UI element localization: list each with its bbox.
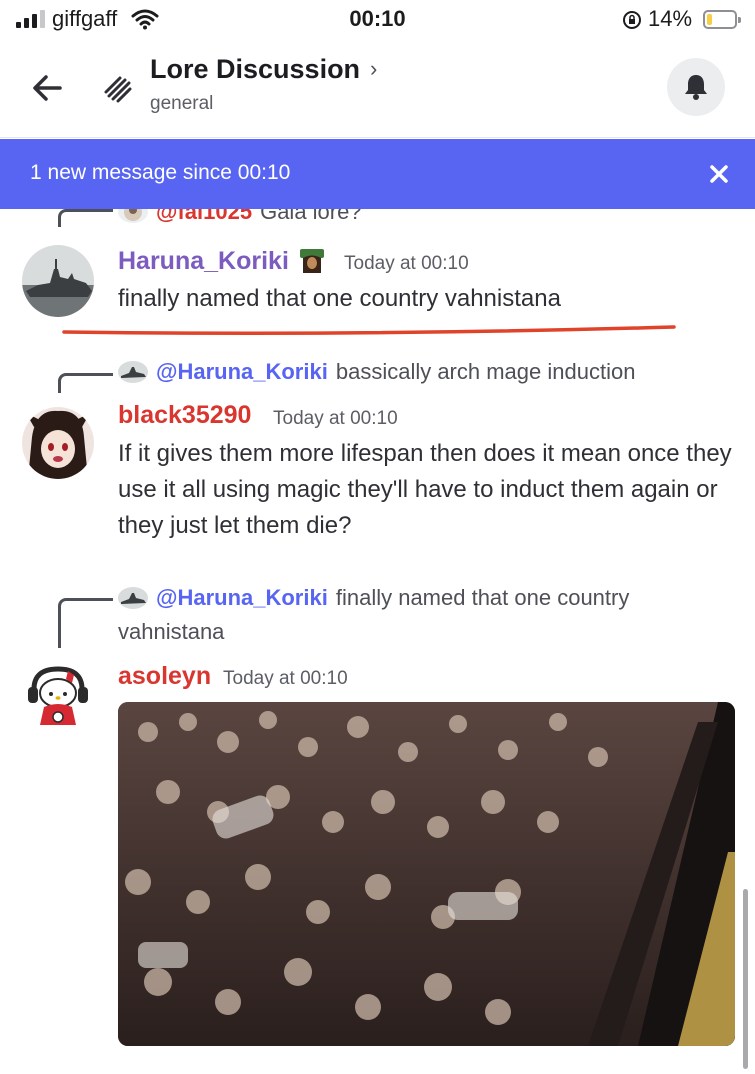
- message-timestamp: Today at 00:10: [273, 408, 398, 429]
- reply-mention[interactable]: @Haruna_Koriki: [156, 585, 328, 611]
- red-underline-annotation: [62, 325, 676, 335]
- status-bar: giffgaff 00:10 14%: [0, 0, 755, 40]
- battery-percent: 14%: [648, 6, 693, 31]
- channel-header: Lore Discussion › general: [0, 40, 755, 138]
- reply-mention[interactable]: @fai1025: [156, 209, 252, 225]
- message-list[interactable]: @fai1025 Gaia lore? Haruna_Koriki Today …: [0, 209, 755, 1074]
- reply-avatar: [118, 587, 148, 609]
- reply-connector: [58, 209, 113, 227]
- reply-mention[interactable]: @Haruna_Koriki: [156, 359, 328, 385]
- new-message-banner[interactable]: 1 new message since 00:10: [0, 139, 755, 209]
- reply-text: bassically arch mage induction: [335, 359, 636, 384]
- bust-emoji-icon: [300, 249, 324, 273]
- reply-avatar: [118, 361, 148, 383]
- threads-icon: [104, 76, 132, 103]
- crowd-video-icon: [118, 702, 735, 1046]
- reply-text-continued: vahnistana: [118, 619, 225, 644]
- bell-icon: [685, 75, 707, 100]
- reply-connector: [58, 373, 113, 393]
- close-icon[interactable]: [706, 161, 732, 187]
- rotation-lock-icon: [623, 11, 641, 29]
- message-content: If it gives them more lifespan then does…: [118, 440, 732, 539]
- new-message-banner-text: 1 new message since 00:10: [30, 161, 291, 184]
- scrollbar[interactable]: [743, 889, 748, 1069]
- channel-title[interactable]: Lore Discussion: [150, 54, 360, 85]
- reply-avatar: [118, 209, 148, 223]
- avatar[interactable]: [22, 245, 94, 317]
- back-arrow-icon[interactable]: [28, 68, 68, 108]
- reply-reference[interactable]: @Haruna_Koriki finally named that one co…: [118, 585, 629, 611]
- battery-icon: [703, 10, 741, 29]
- reply-connector: [58, 598, 113, 648]
- reply-reference[interactable]: @Haruna_Koriki bassically arch mage indu…: [118, 359, 635, 385]
- message-content: finally named that one country vahnistan…: [118, 285, 561, 312]
- chevron-right-icon[interactable]: ›: [370, 56, 377, 82]
- avatar[interactable]: [22, 661, 94, 733]
- message-timestamp: Today at 00:10: [223, 668, 348, 689]
- notification-bell-button[interactable]: [667, 58, 725, 116]
- message-author[interactable]: Haruna_Koriki: [118, 247, 289, 276]
- avatar[interactable]: [22, 407, 94, 479]
- message-author[interactable]: black35290: [118, 401, 251, 430]
- reply-text: Gaia lore?: [260, 209, 362, 224]
- video-attachment[interactable]: [118, 702, 735, 1046]
- battery-level: [707, 14, 712, 25]
- reply-text: finally named that one country: [335, 585, 630, 610]
- reply-reference[interactable]: @fai1025 Gaia lore?: [118, 209, 362, 225]
- message-timestamp: Today at 00:10: [344, 253, 469, 274]
- channel-subtitle: general: [150, 93, 214, 114]
- message-author[interactable]: asoleyn: [118, 662, 211, 691]
